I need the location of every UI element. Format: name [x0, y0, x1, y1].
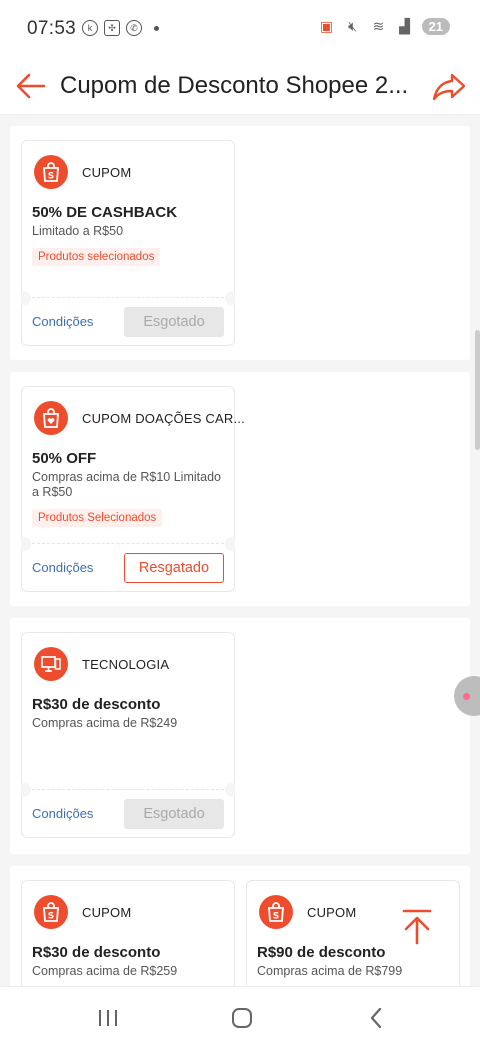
conditions-link[interactable]: Condições [32, 314, 93, 329]
coupon-card: S CUPOM R$30 de desconto Compras acima d… [21, 880, 235, 986]
status-time: 07:53 [27, 18, 77, 39]
coupon-section: S CUPOM 50% DE CASHBACK Limitado a R$50 … [10, 126, 470, 360]
status-bar: 07:53 k ✣ ✆ ▣ 🔇︎ ≋ ▟ 21 [0, 0, 480, 58]
coupon-list[interactable]: S CUPOM 50% DE CASHBACK Limitado a R$50 … [0, 116, 480, 986]
wifi-icon: ≋ [372, 18, 385, 34]
coupon-card: S CUPOM 50% DE CASHBACK Limitado a R$50 … [21, 140, 235, 346]
divider [32, 297, 224, 298]
system-nav-bar [0, 986, 480, 1048]
mute-icon: 🔇︎ [348, 18, 357, 34]
svg-text:S: S [48, 172, 54, 182]
coupon-amount: R$30 de desconto [32, 944, 161, 961]
system-icons: ▣ 🔇︎ ≋ ▟ 21 [318, 18, 450, 35]
coupon-description: Compras acima de R$10 Limitado a R$50 [32, 470, 221, 499]
sold-out-button[interactable]: Esgotado [124, 307, 224, 337]
coupon-card: TECNOLOGIA R$30 de desconto Compras acim… [21, 632, 235, 838]
coupon-description: Limitado a R$50 [32, 224, 124, 238]
app-header: Cupom de Desconto Shopee 2... [0, 58, 480, 115]
page-title: Cupom de Desconto Shopee 2... [60, 72, 409, 99]
shopee-bag-icon: S [259, 895, 293, 929]
coupon-tag: Produtos selecionados [32, 248, 161, 266]
arrow-up-to-top-icon [402, 909, 432, 945]
coupon-section: CUPOM DOAÇÕES CAR... 50% OFF Compras aci… [10, 372, 470, 606]
whatsapp-icon: ✆ [126, 20, 142, 36]
svg-text:S: S [273, 912, 279, 922]
coupon-category: CUPOM [82, 164, 132, 180]
home-button[interactable] [222, 1003, 262, 1033]
back-button[interactable] [14, 66, 50, 106]
conditions-link[interactable]: Condições [32, 560, 93, 575]
shopee-bag-icon: S [34, 895, 68, 929]
share-button[interactable] [430, 66, 468, 106]
teams-icon: ✣ [104, 20, 120, 36]
recent-apps-button[interactable] [88, 1003, 128, 1033]
coupon-category: CUPOM [307, 904, 357, 920]
divider [32, 543, 224, 544]
shopee-bag-icon: S [34, 155, 68, 189]
chevron-left-icon [370, 1007, 382, 1029]
coupon-category: CUPOM [82, 904, 132, 920]
conditions-link[interactable]: Condições [32, 806, 93, 821]
coupon-amount: R$30 de desconto [32, 696, 161, 713]
scrollbar[interactable] [475, 330, 480, 450]
coupon-amount: 50% OFF [32, 450, 97, 467]
coupon-section: TECNOLOGIA R$30 de desconto Compras acim… [10, 618, 470, 854]
coupon-category: CUPOM DOAÇÕES CAR... [82, 410, 245, 426]
indicator-dot-icon [463, 693, 470, 700]
coupon-description: Compras acima de R$249 [32, 716, 178, 730]
battery-icon: 21 [421, 18, 450, 35]
coupon-amount: 50% DE CASHBACK [32, 204, 178, 221]
coupon-tag: Produtos Selecionados [32, 509, 163, 527]
signal-icon: ▟ [399, 18, 410, 34]
coupon-category: TECNOLOGIA [82, 656, 170, 672]
coupon-description: Compras acima de R$799 [257, 964, 403, 978]
arrow-left-icon [16, 73, 46, 99]
technology-monitor-icon [34, 647, 68, 681]
svg-text:S: S [48, 912, 54, 922]
coupon-card: CUPOM DOAÇÕES CAR... 50% OFF Compras aci… [21, 386, 245, 592]
redeemed-button[interactable]: Resgatado [124, 553, 224, 583]
recent-apps-icon [99, 1010, 117, 1026]
divider [32, 789, 224, 790]
cast-icon: ▣ [319, 18, 334, 34]
share-icon [432, 73, 466, 101]
coupon-description: Compras acima de R$259 [32, 964, 178, 978]
k-app-icon: k [82, 20, 98, 36]
scroll-to-top-button[interactable] [398, 906, 436, 948]
sold-out-button[interactable]: Esgotado [124, 799, 224, 829]
donation-bag-icon [34, 401, 68, 435]
more-notifications-icon [154, 25, 159, 31]
coupon-amount: R$90 de desconto [257, 944, 386, 961]
back-nav-button[interactable] [356, 1003, 396, 1033]
home-icon [232, 1008, 252, 1028]
notification-icons: k ✣ ✆ [82, 20, 159, 36]
